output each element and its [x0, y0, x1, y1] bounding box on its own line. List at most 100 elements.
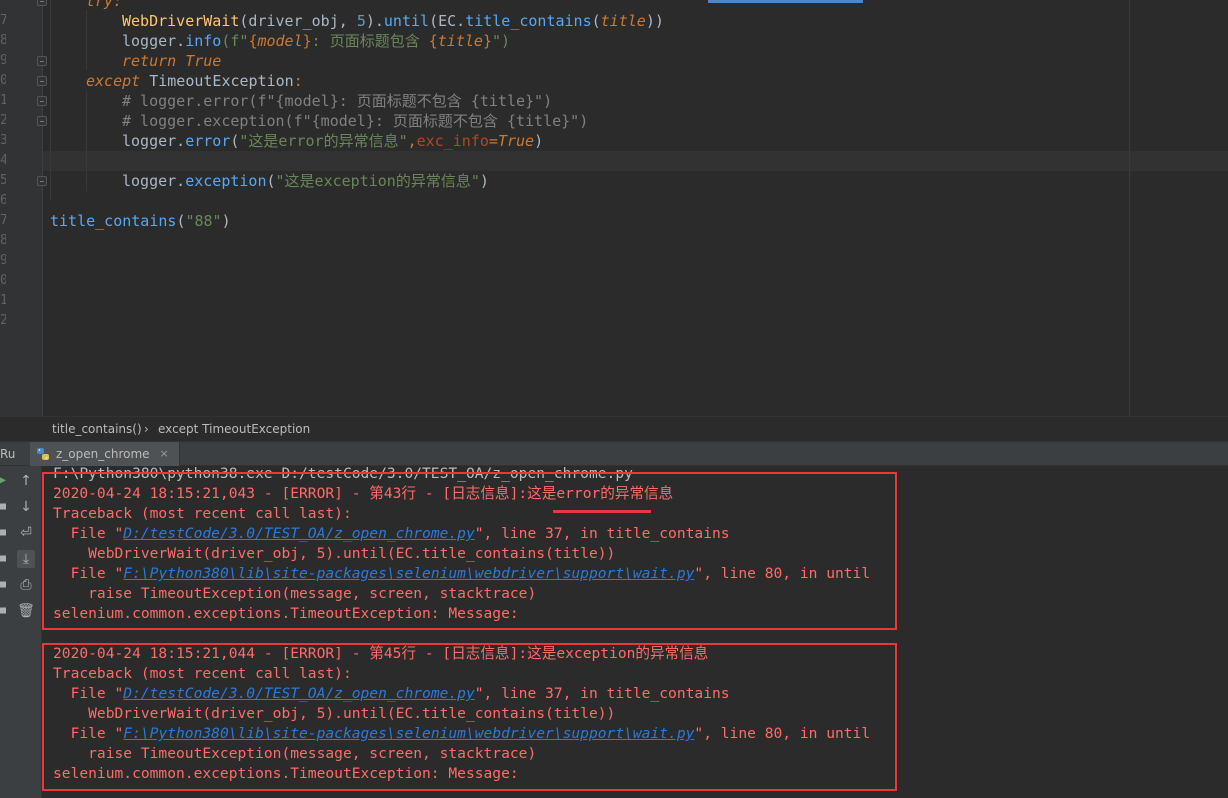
python-file-icon	[37, 448, 49, 460]
code-token: info	[185, 32, 222, 50]
breadcrumb-item-function[interactable]: title_contains()	[52, 422, 142, 436]
code-token: title	[600, 12, 646, 30]
current-line-highlight	[43, 151, 1228, 171]
code-line: try:	[86, 0, 122, 11]
code-line: return True	[122, 51, 221, 71]
code-token: )	[479, 172, 489, 190]
code-token: TimeoutException	[149, 72, 294, 90]
code-token: return	[122, 52, 186, 70]
code-token: 5	[356, 12, 366, 30]
code-token: True	[185, 52, 222, 70]
line-number: 0	[0, 73, 6, 88]
line-number: 1	[0, 93, 6, 108]
line-number: 5	[0, 173, 6, 188]
fold-marker-icon[interactable]	[37, 116, 47, 126]
tab-run-config[interactable]: z_open_chrome ×	[30, 442, 180, 466]
active-tab-indicator	[708, 0, 863, 3]
tool-icon[interactable]: ■	[0, 528, 6, 538]
code-token: until	[383, 12, 430, 30]
tool-icon[interactable]: ■	[0, 606, 6, 616]
code-token: title	[437, 32, 483, 50]
code-line: logger.exception("这是exception的异常信息")	[122, 171, 489, 191]
code-token: True	[497, 132, 535, 150]
line-number: 0	[0, 273, 6, 288]
code-token: }	[302, 32, 312, 50]
code-token: logger.	[122, 132, 186, 150]
fold-marker-icon[interactable]	[37, 76, 47, 86]
tool-icon[interactable]: ■	[0, 554, 6, 564]
code-token: ")	[491, 32, 511, 50]
annotation-underline	[553, 510, 651, 513]
code-token: {	[428, 32, 438, 50]
indent-guide	[50, 0, 51, 200]
fold-marker-icon[interactable]	[37, 96, 47, 106]
code-token: : 页面标题包含	[311, 32, 429, 50]
code-token: ,	[407, 132, 417, 150]
soft-wrap-icon[interactable]: ⏎	[17, 524, 35, 542]
line-number: 8	[0, 233, 6, 248]
code-line: logger.info(f"{model}: 页面标题包含 {title}")	[122, 31, 510, 51]
code-token: "88"	[185, 212, 222, 230]
print-icon[interactable]: ⎙	[17, 576, 35, 594]
fold-marker-icon[interactable]	[37, 176, 47, 186]
editor-gutter	[0, 0, 42, 416]
code-line: except TimeoutException:	[86, 71, 303, 91]
code-token: title_contains	[465, 12, 592, 30]
code-comment: # logger.exception(f"{model}: 页面标题不包含 {t…	[122, 112, 589, 130]
run-panel-header: Run: z_open_chrome ×	[0, 441, 1228, 466]
code-token: "这是error的异常信息"	[239, 132, 408, 150]
line-number	[0, 0, 6, 11]
code-token: exc_info	[416, 132, 489, 150]
code-token: except	[86, 72, 150, 90]
indent-guide	[86, 10, 87, 70]
tool-icon[interactable]: ■	[0, 502, 6, 512]
code-token: }	[482, 32, 492, 50]
annotation-box-exception	[42, 643, 897, 791]
code-token: exception	[185, 172, 267, 190]
line-number: 7	[0, 213, 6, 228]
line-number: 7	[0, 13, 6, 28]
code-token: (	[591, 12, 601, 30]
indent-guide	[86, 91, 87, 191]
line-number: 2	[0, 313, 6, 328]
line-number: 6	[0, 193, 6, 208]
arrow-down-icon[interactable]: ↓	[17, 498, 35, 516]
tab-label: z_open_chrome	[56, 447, 150, 461]
code-line: title_contains("88")	[50, 211, 231, 231]
line-number: 3	[0, 133, 6, 148]
code-token: ).	[365, 12, 384, 30]
code-editor[interactable]: 7 8 9 0 1 2 3 4 5 6 7 8 9 0 1 2 try: Web…	[0, 0, 1228, 416]
code-token: (	[266, 172, 276, 190]
code-token: :	[293, 72, 303, 90]
code-token: error	[185, 132, 231, 150]
code-token: (f"	[221, 32, 249, 50]
run-label: Run:	[0, 447, 16, 461]
code-token: =	[488, 132, 498, 150]
arrow-up-icon[interactable]: ↑	[17, 472, 35, 490]
code-token: logger.	[122, 32, 186, 50]
line-number: 8	[0, 33, 6, 48]
code-token: (EC.	[429, 12, 466, 30]
code-line: WebDriverWait(driver_obj, 5).until(EC.ti…	[122, 11, 664, 31]
line-number: 9	[0, 253, 6, 268]
run-icon[interactable]: ▶	[0, 476, 6, 486]
run-toolbar: ▶ ■ ■ ■ ■ ■ ↑ ↓ ⏎ ⤓ ⎙ 🗑	[0, 466, 42, 798]
breadcrumb: title_contains() › except TimeoutExcepti…	[0, 416, 1228, 440]
fold-marker-icon[interactable]	[37, 0, 47, 6]
keyword: try:	[86, 0, 123, 10]
code-line: logger.error("这是error的异常信息",exc_info=Tru…	[122, 131, 543, 151]
tool-icon[interactable]: ■	[0, 580, 6, 590]
breadcrumb-separator: ›	[144, 422, 149, 436]
trash-icon[interactable]: 🗑	[17, 602, 35, 620]
code-comment: # logger.error(f"{model}: 页面标题不包含 {title…	[122, 92, 553, 110]
code-token: logger.	[122, 172, 186, 190]
line-number: 2	[0, 113, 6, 128]
breadcrumb-item-except[interactable]: except TimeoutException	[158, 422, 310, 436]
code-token: )	[221, 212, 231, 230]
code-token: model	[257, 32, 303, 50]
code-token: "这是exception的异常信息"	[275, 172, 480, 190]
right-margin-guide	[1129, 0, 1130, 416]
scroll-to-end-icon[interactable]: ⤓	[17, 550, 35, 568]
fold-marker-icon[interactable]	[37, 56, 47, 66]
close-icon[interactable]: ×	[160, 447, 169, 466]
